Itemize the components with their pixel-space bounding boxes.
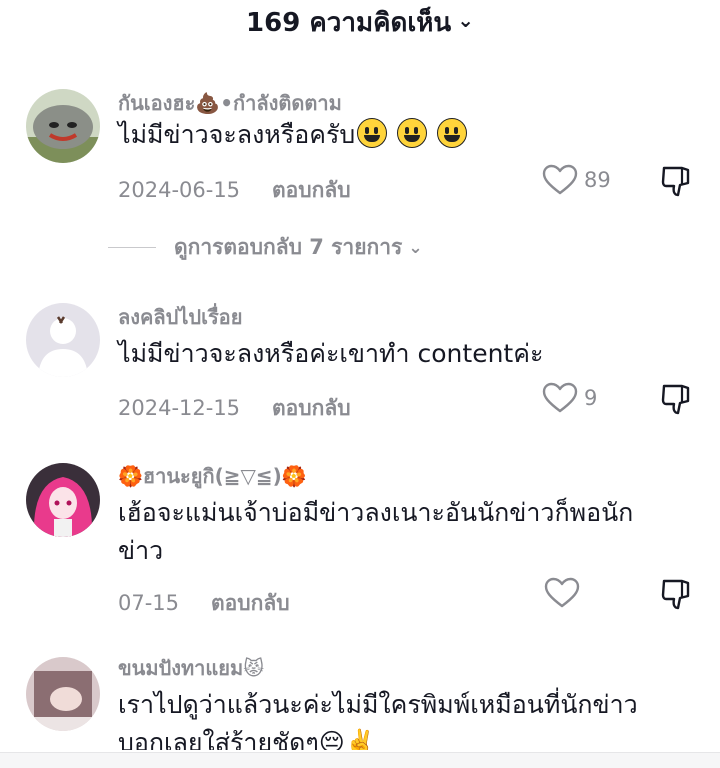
comment-date: 2024-12-15 xyxy=(118,396,241,420)
username[interactable]: ลงคลิปไปเรื่อย xyxy=(118,301,242,333)
thumbs-down-icon[interactable] xyxy=(660,577,694,611)
comment-meta: 07-15 ตอบกลับ xyxy=(118,587,290,620)
comment-text: ไม่มีข่าวจะลงหรือค่ะเขาทำ contentค่ะ xyxy=(118,339,544,368)
like-button[interactable] xyxy=(544,577,586,609)
avatar[interactable] xyxy=(26,89,100,163)
view-replies-label: ดูการตอบกลับ 7 รายการ xyxy=(174,235,403,259)
comments-header[interactable]: 169 ความคิดเห็น ⌄ xyxy=(0,0,720,44)
reply-button[interactable]: ตอบกลับ xyxy=(272,178,351,202)
like-count: 89 xyxy=(584,168,611,192)
thumbs-down-icon[interactable] xyxy=(660,164,694,198)
thumbs-down-icon[interactable] xyxy=(660,382,694,416)
view-replies-button[interactable]: ดูการตอบกลับ 7 รายการ ⌄ xyxy=(108,231,423,264)
avatar[interactable] xyxy=(26,463,100,537)
comment-text: เฮ้อจะแม่นเจ้าบ่อมีข่าวลงเนาะอันนักข่าวก… xyxy=(118,498,634,565)
heart-outline-icon xyxy=(542,382,578,413)
comment-text: เราไปดูว่าแล้วนะค่ะไม่มีใครพิมพ์เหมือนที… xyxy=(118,690,638,750)
comment-date: 07-15 xyxy=(118,591,180,615)
reply-button[interactable]: ตอบกลับ xyxy=(272,396,351,420)
like-count: 9 xyxy=(584,386,598,410)
comment-input-bar[interactable] xyxy=(0,752,720,768)
chevron-down-icon[interactable]: ⌄ xyxy=(457,8,474,32)
heart-outline-icon xyxy=(542,164,578,195)
username[interactable]: 🏵️ฮานะยูกิ(≧▽≦)🏵️ xyxy=(118,460,307,492)
comment-count-title: 169 ความคิดเห็น xyxy=(246,7,452,38)
comment-date: 2024-06-15 xyxy=(118,178,241,202)
like-button[interactable]: 89 xyxy=(542,164,611,196)
username[interactable]: ขนมปังทาแยม😾 xyxy=(118,652,264,684)
grinning-face-icon xyxy=(397,118,428,148)
heart-outline-icon xyxy=(544,577,580,608)
username[interactable]: กันเองฮะ💩•กำลังติดตาม xyxy=(118,87,342,119)
comment-meta: 2024-12-15 ตอบกลับ xyxy=(118,392,351,425)
chevron-down-icon: ⌄ xyxy=(408,237,423,258)
comment-text: ไม่มีข่าวจะลงหรือครับ xyxy=(118,116,698,154)
reply-button[interactable]: ตอบกลับ xyxy=(211,591,290,615)
like-button[interactable]: 9 xyxy=(542,382,597,414)
avatar[interactable] xyxy=(26,657,100,731)
divider-line xyxy=(108,247,156,248)
grinning-face-icon xyxy=(357,118,388,148)
comment-meta: 2024-06-15 ตอบกลับ xyxy=(118,174,351,207)
grinning-face-icon xyxy=(437,118,468,148)
avatar[interactable] xyxy=(26,303,100,377)
